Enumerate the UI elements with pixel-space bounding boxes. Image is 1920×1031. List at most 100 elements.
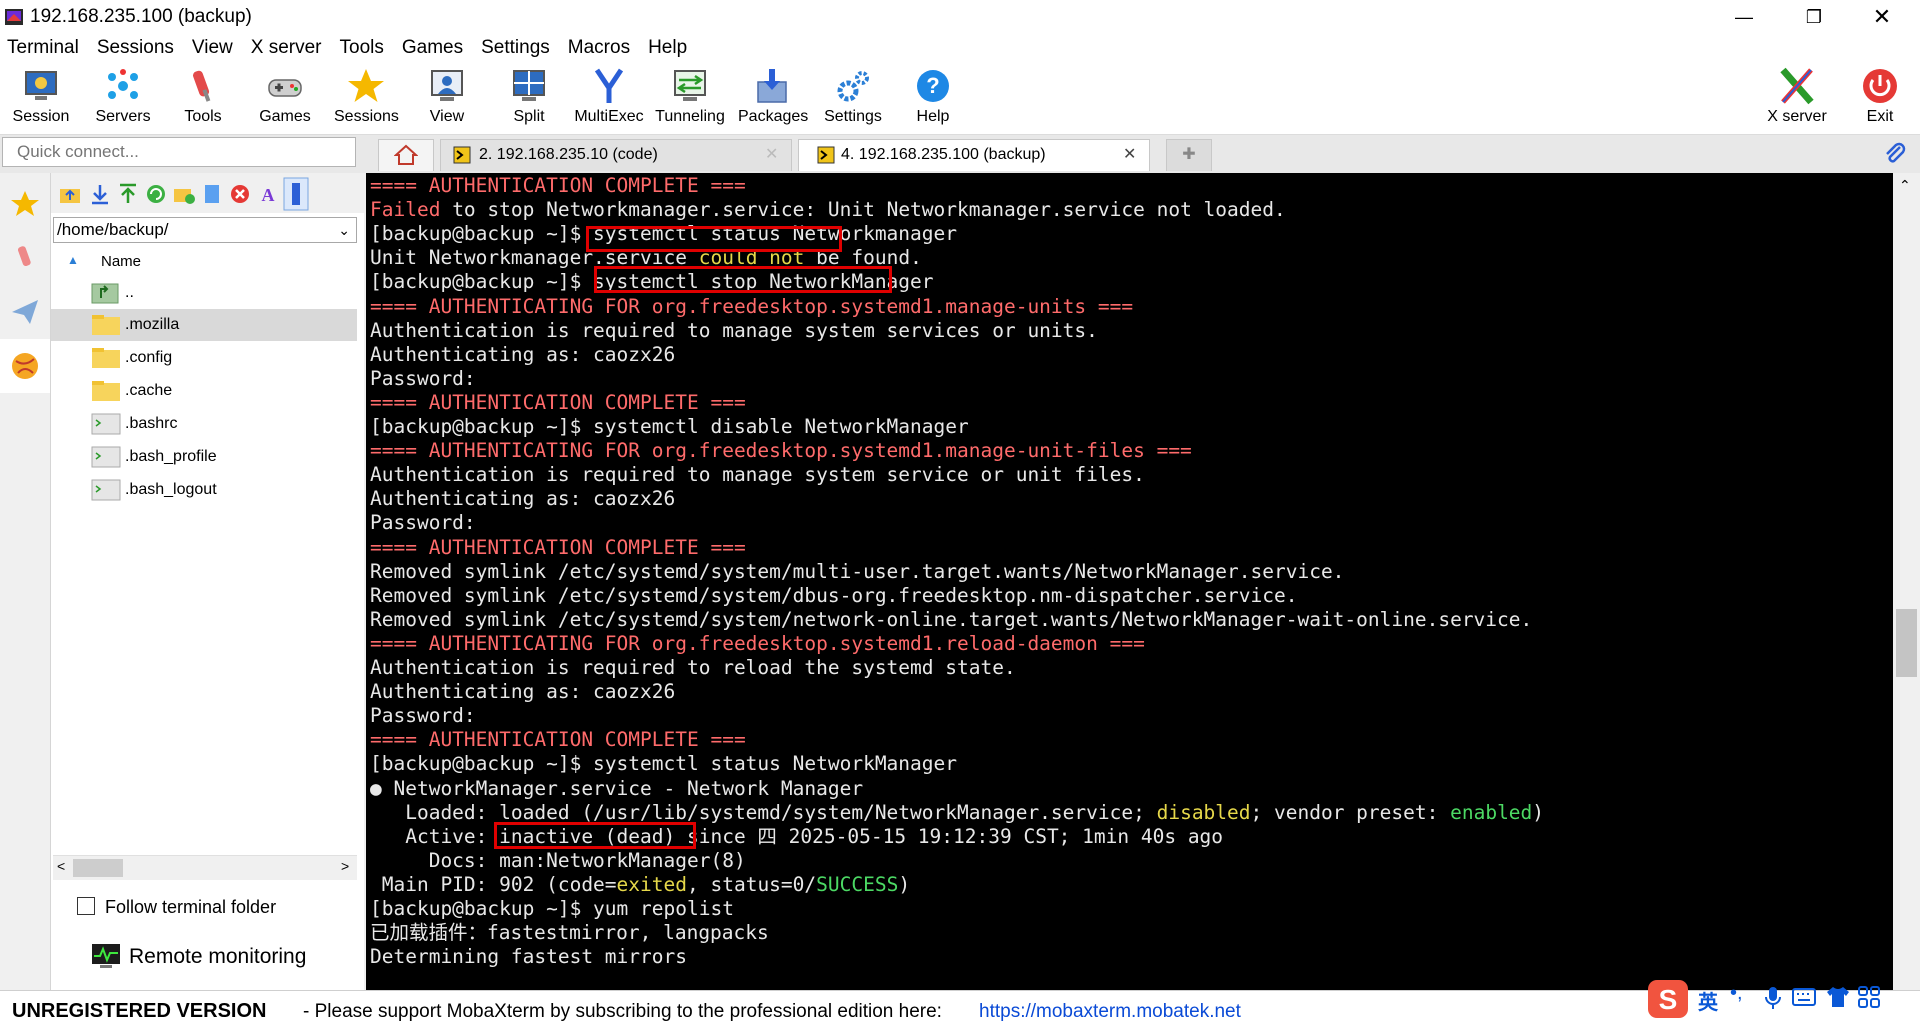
paperclip-icon[interactable] bbox=[1882, 141, 1908, 167]
sidebar-tab-tools[interactable] bbox=[0, 231, 50, 285]
sessions-button[interactable]: Sessions bbox=[334, 66, 399, 132]
terminal-output[interactable]: ==== AUTHENTICATION COMPLETE === Failed t… bbox=[366, 173, 1893, 990]
tools-button[interactable]: Tools bbox=[172, 66, 234, 132]
x-server-button[interactable]: X server bbox=[1762, 66, 1832, 132]
terminal-line: Authentication is required to manage sys… bbox=[370, 463, 1145, 487]
menu-x-server[interactable]: X server bbox=[244, 34, 333, 62]
file-row-cache[interactable]: .cache bbox=[51, 375, 357, 407]
menu-sessions[interactable]: Sessions bbox=[90, 34, 185, 62]
tab-close-icon[interactable]: ✕ bbox=[765, 140, 778, 170]
terminal-text: disabled bbox=[1156, 800, 1251, 824]
terminal-text: Authentication is required to manage sys… bbox=[370, 463, 1145, 487]
multiexec-button[interactable]: MultiExec bbox=[574, 66, 644, 132]
skin-icon[interactable] bbox=[1826, 986, 1850, 1008]
split-button[interactable]: Split bbox=[498, 66, 560, 132]
menu-help[interactable]: Help bbox=[641, 34, 698, 62]
terminal-text: Authentication is required to manage sys… bbox=[370, 318, 1098, 342]
window-title: 192.168.235.100 (backup) bbox=[30, 6, 252, 27]
tab-code[interactable]: 2. 192.168.235.10 (code) ✕ bbox=[440, 139, 792, 171]
view-button[interactable]: View bbox=[416, 66, 478, 132]
terminal-scrollbar[interactable]: ⌃ bbox=[1893, 173, 1920, 990]
split-label: Split bbox=[513, 108, 545, 125]
scroll-left-icon[interactable]: < bbox=[57, 858, 65, 874]
sidebar-tab-sessions[interactable] bbox=[0, 177, 50, 231]
close-button[interactable]: ✕ bbox=[1852, 0, 1912, 34]
exit-button[interactable]: Exit bbox=[1852, 66, 1908, 132]
file-row-parent[interactable]: .. bbox=[51, 277, 357, 309]
folder-up-icon[interactable] bbox=[59, 183, 81, 205]
scroll-right-icon[interactable]: > bbox=[341, 858, 349, 874]
keyboard-icon[interactable] bbox=[1792, 988, 1816, 1006]
upload-icon[interactable] bbox=[117, 183, 139, 205]
file-row-bash-logout[interactable]: .bash_logout bbox=[51, 474, 357, 506]
terminal-text: Main PID: 902 (code= bbox=[370, 872, 617, 896]
scroll-thumb[interactable] bbox=[73, 859, 123, 877]
scroll-thumb[interactable] bbox=[1896, 609, 1917, 677]
servers-button[interactable]: Servers bbox=[92, 66, 154, 132]
menu-view[interactable]: View bbox=[185, 34, 244, 62]
quick-connect-input[interactable] bbox=[2, 137, 356, 167]
menu-tools[interactable]: Tools bbox=[333, 34, 395, 62]
path-input[interactable]: /home/backup/ ⌄ bbox=[53, 217, 357, 243]
file-row-config[interactable]: .config bbox=[51, 342, 357, 374]
help-button[interactable]: ? Help bbox=[902, 66, 964, 132]
download-icon[interactable] bbox=[89, 183, 111, 205]
session-button[interactable]: Session bbox=[10, 66, 72, 132]
minimize-button[interactable]: — bbox=[1714, 0, 1774, 34]
terminal-line: ● NetworkManager.service - Network Manag… bbox=[370, 777, 863, 801]
file-list-scrollbar[interactable]: < > bbox=[53, 855, 357, 880]
refresh-icon[interactable] bbox=[145, 183, 167, 205]
tab-close-icon[interactable]: ✕ bbox=[1123, 140, 1136, 170]
chevron-down-icon[interactable]: ⌄ bbox=[338, 218, 350, 242]
mobaxterm-link[interactable]: https://mobaxterm.mobatek.net bbox=[979, 1001, 1241, 1023]
settings-button[interactable]: Settings bbox=[820, 66, 886, 132]
sidebar-tab-sftp[interactable] bbox=[0, 339, 50, 393]
follow-checkbox[interactable] bbox=[77, 897, 95, 915]
sogou-logo-icon[interactable]: S bbox=[1646, 978, 1690, 1020]
terminal-text: , status=0/ bbox=[687, 872, 817, 896]
menu-macros[interactable]: Macros bbox=[561, 34, 641, 62]
games-button[interactable]: Games bbox=[254, 66, 316, 132]
new-file-icon[interactable] bbox=[201, 183, 223, 205]
rename-icon[interactable]: A bbox=[257, 183, 279, 205]
scroll-up-icon[interactable]: ⌃ bbox=[1899, 177, 1911, 194]
menu-settings[interactable]: Settings bbox=[474, 34, 561, 62]
file-row-mozilla[interactable]: .mozilla bbox=[51, 309, 357, 341]
new-folder-icon[interactable] bbox=[173, 183, 195, 205]
terminal-text: [backup@backup ~]$ systemctl disable Net… bbox=[370, 415, 969, 438]
toolbox-icon[interactable] bbox=[1858, 986, 1880, 1008]
punctuation-icon[interactable]: •, bbox=[1730, 982, 1743, 1005]
tools-icon bbox=[193, 70, 211, 102]
menu-games[interactable]: Games bbox=[395, 34, 474, 62]
terminal-text: 已加载插件：fastestmirror, langpacks bbox=[370, 921, 769, 945]
file-list-header[interactable]: ▲ Name bbox=[51, 249, 364, 275]
packages-button[interactable]: Packages bbox=[738, 66, 808, 132]
terminal-text: Determining fastest mirrors bbox=[370, 945, 687, 969]
sort-ascending-icon: ▲ bbox=[67, 253, 79, 267]
menu-bar: Terminal Sessions View X server Tools Ga… bbox=[0, 34, 1920, 62]
follow-terminal-folder[interactable]: Follow terminal folder bbox=[77, 897, 276, 918]
menu-terminal[interactable]: Terminal bbox=[0, 34, 90, 62]
x-server-label: X server bbox=[1767, 108, 1827, 125]
tunneling-button[interactable]: Tunneling bbox=[654, 66, 726, 132]
ime-mode[interactable]: 英 bbox=[1698, 986, 1718, 1015]
tab-code-label: 2. 192.168.235.10 (code) bbox=[479, 146, 658, 163]
home-tab[interactable] bbox=[378, 139, 434, 171]
file-row-bashrc[interactable]: .bashrc bbox=[51, 408, 357, 440]
file-properties-icon[interactable] bbox=[283, 177, 309, 211]
new-tab-button[interactable]: ✚ bbox=[1166, 139, 1212, 171]
servers-icon bbox=[108, 69, 138, 99]
file-name: .mozilla bbox=[125, 316, 180, 333]
script-file-icon bbox=[91, 413, 121, 435]
remote-monitoring-button[interactable]: Remote monitoring bbox=[91, 943, 306, 969]
file-row-bash-profile[interactable]: .bash_profile bbox=[51, 441, 357, 473]
terminal-line: Main PID: 902 (code=exited, status=0/SUC… bbox=[370, 873, 910, 897]
microphone-icon[interactable] bbox=[1764, 986, 1782, 1010]
sidebar-tab-macros[interactable] bbox=[0, 285, 50, 339]
terminal-text: to stop Networkmanager.service: Unit Net… bbox=[440, 198, 1286, 222]
tab-row: 2. 192.168.235.10 (code) ✕ 4. 192.168.23… bbox=[0, 135, 1920, 173]
delete-icon[interactable] bbox=[229, 183, 251, 205]
terminal-tab-icon bbox=[453, 146, 471, 164]
tab-backup[interactable]: 4. 192.168.235.100 (backup) ✕ bbox=[798, 139, 1150, 171]
maximize-button[interactable]: ❐ bbox=[1784, 0, 1844, 34]
